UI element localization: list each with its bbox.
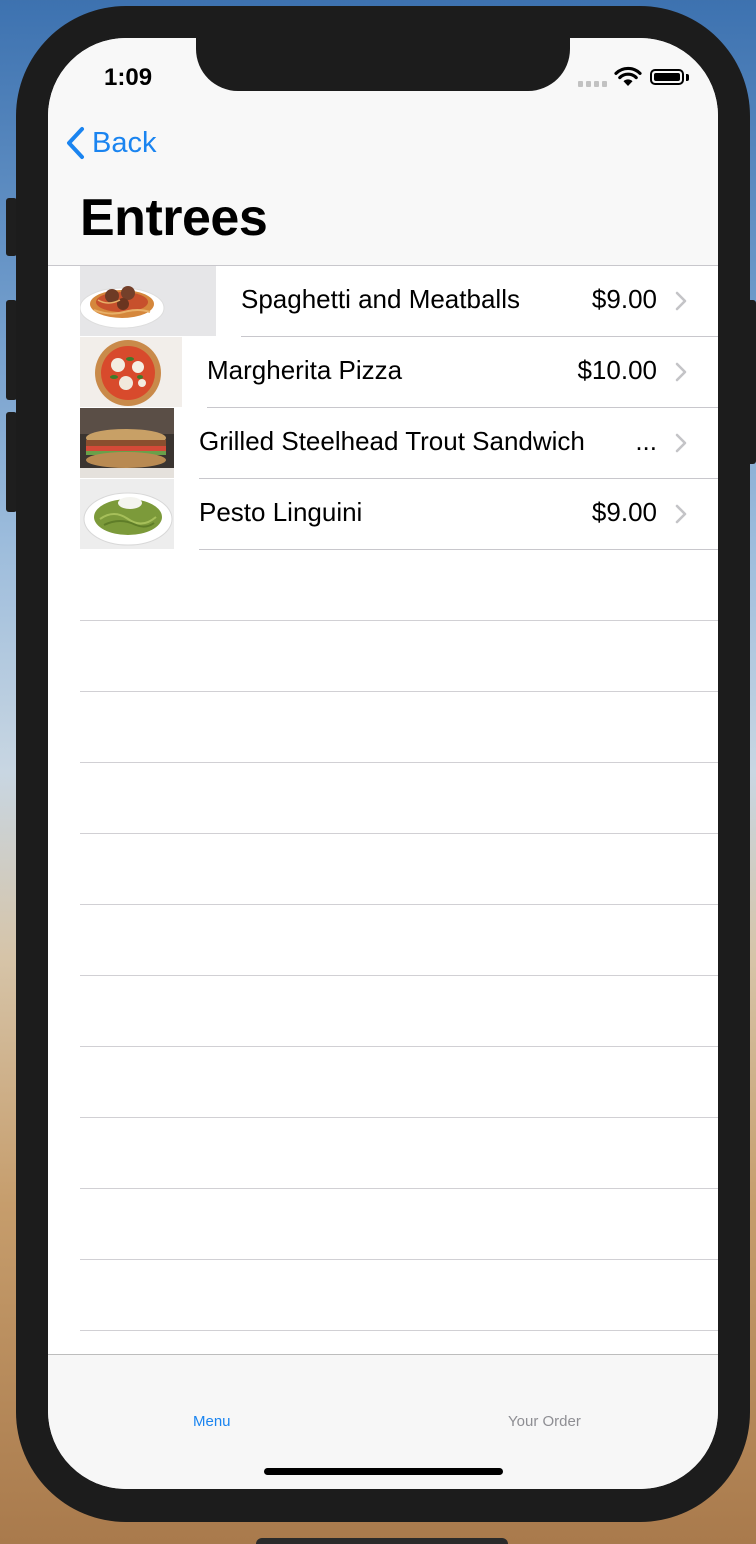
- item-name: Pesto Linguini: [199, 497, 363, 527]
- empty-row: [48, 692, 718, 763]
- empty-row: [48, 621, 718, 692]
- list-item-pesto-linguini[interactable]: Pesto Linguini $9.00: [48, 479, 718, 550]
- item-name: Margherita Pizza: [207, 355, 403, 385]
- margherita-pizza-thumbnail: [80, 337, 182, 407]
- empty-row: [48, 834, 718, 905]
- tab-menu[interactable]: Menu: [193, 1413, 231, 1430]
- empty-row: [48, 976, 718, 1047]
- empty-row: [48, 763, 718, 834]
- list-item-margherita-pizza[interactable]: Margherita Pizza $10.00: [48, 337, 718, 408]
- page-title: Entrees: [80, 189, 268, 247]
- entree-list: Spaghetti and Meatballs $9.00 Margherita…: [48, 266, 718, 1331]
- list-item-spaghetti-and-meatballs[interactable]: Spaghetti and Meatballs $9.00: [48, 266, 718, 337]
- cellular-signal-icon: [578, 81, 607, 87]
- spaghetti-thumbnail: [80, 266, 216, 336]
- battery-tip: [686, 74, 689, 81]
- pesto-linguini-thumbnail: [80, 479, 174, 549]
- chevron-left-icon: [67, 127, 84, 159]
- chevron-right-icon: [675, 504, 687, 524]
- trout-sandwich-thumbnail: [80, 408, 174, 478]
- empty-row: [48, 905, 718, 976]
- item-price: ...: [635, 426, 657, 456]
- device-notch: [196, 38, 570, 91]
- chevron-right-icon: [675, 362, 687, 382]
- item-price: $9.00: [591, 284, 657, 314]
- tab-your-order[interactable]: Your Order: [508, 1413, 581, 1430]
- device-stand: [256, 1538, 508, 1544]
- item-price: $10.00: [577, 355, 657, 385]
- back-button-label: Back: [92, 126, 157, 159]
- home-indicator[interactable]: [264, 1468, 503, 1475]
- battery-icon: [650, 69, 684, 85]
- back-button[interactable]: Back: [66, 126, 156, 160]
- item-name: Spaghetti and Meatballs: [241, 284, 520, 314]
- wifi-icon: [614, 66, 642, 86]
- item-name: Grilled Steelhead Trout Sandwich: [199, 426, 585, 456]
- list-item-grilled-steelhead-trout-sandwich[interactable]: Grilled Steelhead Trout Sandwich ...: [48, 408, 718, 479]
- status-time: 1:09: [104, 64, 153, 91]
- item-price: $9.00: [591, 497, 657, 527]
- row-separator: [80, 1330, 718, 1331]
- empty-row: [48, 550, 718, 621]
- empty-row: [48, 1118, 718, 1189]
- empty-row: [48, 1047, 718, 1118]
- chevron-right-icon: [675, 433, 687, 453]
- empty-row: [48, 1189, 718, 1260]
- chevron-right-icon: [675, 291, 687, 311]
- empty-row: [48, 1260, 718, 1331]
- app-screen: 1:09 Back Entrees Spaghetti and Meatball…: [48, 38, 718, 1489]
